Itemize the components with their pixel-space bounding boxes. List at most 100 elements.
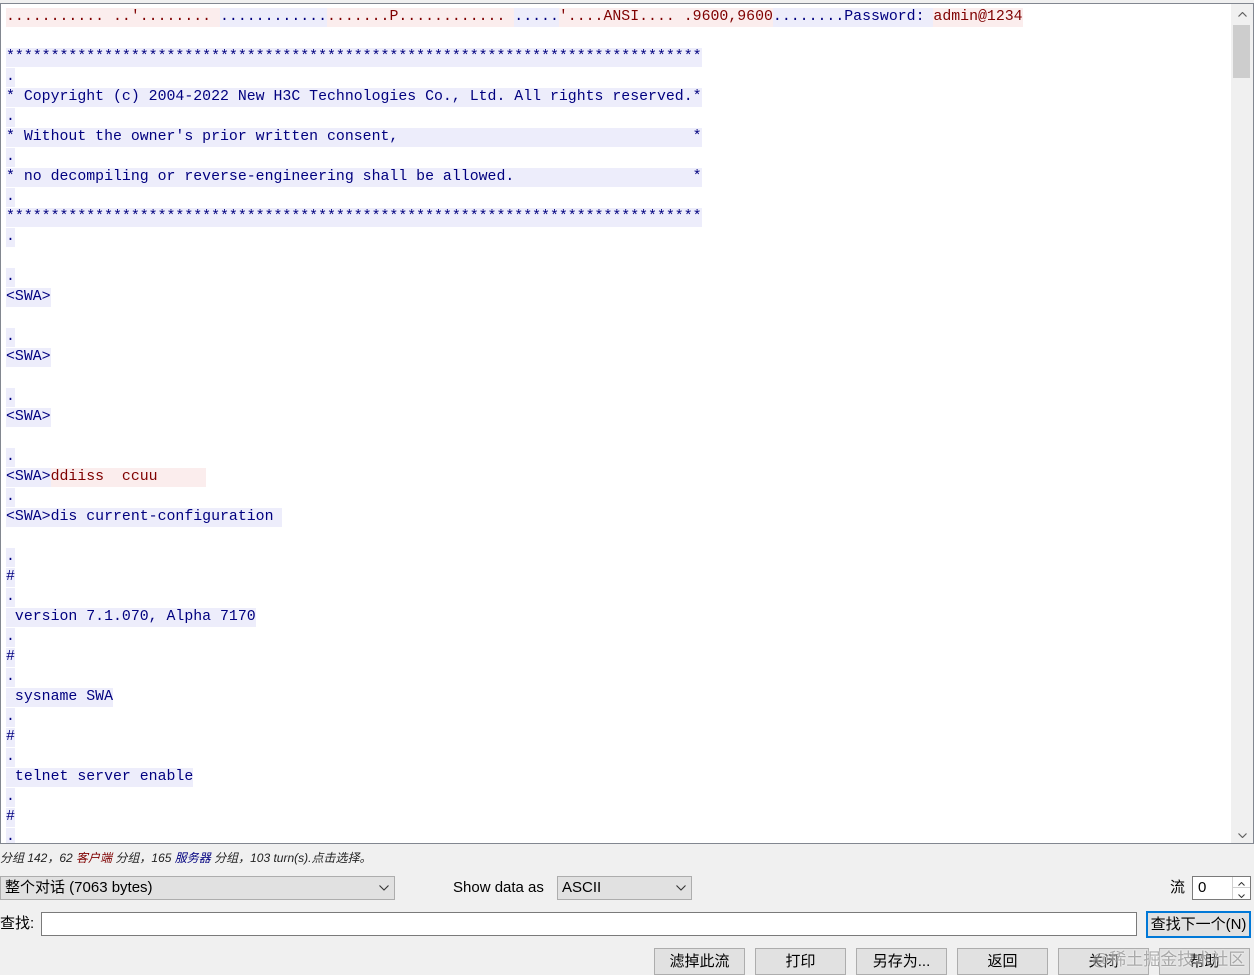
stream-line — [6, 368, 1229, 388]
server-text[interactable]: ****************************************… — [6, 208, 702, 227]
server-text[interactable]: . — [6, 628, 15, 647]
conversation-select-value: 整个对话 (7063 bytes) — [5, 879, 153, 896]
stream-content[interactable]: ........... ..'........ ................… — [6, 8, 1229, 843]
filter-out-stream-button[interactable]: 滤掉此流 — [654, 948, 745, 975]
server-text[interactable]: . — [6, 148, 15, 167]
back-button[interactable]: 返回 — [957, 948, 1048, 975]
conversation-select[interactable]: 整个对话 (7063 bytes) — [0, 876, 395, 900]
server-text[interactable]: . — [6, 488, 15, 507]
stream-line: * no decompiling or reverse-engineering … — [6, 168, 1229, 188]
server-text[interactable]: . — [6, 108, 15, 127]
server-text[interactable]: . — [6, 668, 15, 687]
save-as-button[interactable]: 另存为... — [856, 948, 947, 975]
print-button[interactable]: 打印 — [755, 948, 846, 975]
server-text[interactable]: . — [6, 328, 15, 347]
server-text[interactable]: . — [6, 708, 15, 727]
server-text[interactable]: . — [6, 388, 15, 407]
client-text[interactable]: .......P............ — [327, 8, 515, 27]
chevron-down-icon — [379, 877, 389, 899]
summary-text: 分组，103 turn(s).点击选择。 — [210, 851, 372, 865]
stream-line: <SWA>ddiiss ccuu — [6, 468, 1229, 488]
server-text[interactable]: <SWA>dis current-configuration — [6, 508, 283, 527]
server-text[interactable]: <SWA> — [6, 468, 51, 487]
server-text[interactable]: . — [6, 448, 15, 467]
server-text[interactable]: <SWA> — [6, 288, 51, 307]
stream-line: * Without the owner's prior written cons… — [6, 128, 1229, 148]
server-text[interactable]: . — [6, 548, 15, 567]
server-text[interactable]: <SWA> — [6, 348, 51, 367]
server-text[interactable]: * no decompiling or reverse-engineering … — [6, 168, 702, 187]
vertical-scrollbar[interactable] — [1231, 4, 1253, 843]
stream-line: # — [6, 568, 1229, 588]
server-text[interactable]: # — [6, 568, 15, 587]
scroll-down-button[interactable] — [1231, 825, 1253, 843]
server-text[interactable]: . — [6, 748, 15, 767]
server-text[interactable]: . — [6, 228, 15, 247]
stream-index-spinbox[interactable]: 0 — [1192, 876, 1251, 900]
summary-text: 分组，165 — [112, 851, 175, 865]
stream-line: . — [6, 788, 1229, 808]
stream-line: ****************************************… — [6, 48, 1229, 68]
client-text[interactable]: ........... ..'........ — [6, 8, 221, 27]
server-text[interactable]: # — [6, 728, 15, 747]
scroll-up-button[interactable] — [1231, 4, 1253, 22]
help-button[interactable]: 帮助 — [1159, 948, 1250, 975]
server-text[interactable]: * Without the owner's prior written cons… — [6, 128, 702, 147]
server-text[interactable]: ****************************************… — [6, 48, 702, 67]
client-text[interactable]: ddiiss ccuu — [50, 468, 206, 487]
server-text[interactable]: . — [6, 828, 15, 843]
follow-stream-text-panel[interactable]: ........... ..'........ ................… — [0, 3, 1254, 844]
server-text[interactable]: <SWA> — [6, 408, 51, 427]
stream-line: . — [6, 188, 1229, 208]
stream-line: . — [6, 548, 1229, 568]
server-text[interactable]: ........Password: — [772, 8, 934, 27]
stream-line: ****************************************… — [6, 208, 1229, 228]
server-text[interactable]: ............ — [220, 8, 328, 27]
server-text[interactable]: # — [6, 808, 15, 827]
spin-down-button[interactable] — [1233, 888, 1250, 899]
server-text[interactable]: sysname SWA — [6, 688, 114, 707]
server-text[interactable]: # — [6, 648, 15, 667]
stream-index-value: 0 — [1198, 879, 1207, 896]
stream-line — [6, 28, 1229, 48]
stream-line — [6, 428, 1229, 448]
stream-line: <SWA>dis current-configuration — [6, 508, 1229, 528]
stream-line: . — [6, 828, 1229, 843]
stream-line: telnet server enable — [6, 768, 1229, 788]
close-button[interactable]: 关闭 — [1058, 948, 1149, 975]
client-text[interactable]: admin@1234 — [933, 8, 1023, 27]
client-text[interactable]: '....ANSI.... .9600,9600 — [558, 8, 773, 27]
stream-line — [6, 308, 1229, 328]
server-text[interactable]: . — [6, 188, 15, 207]
stream-line: . — [6, 108, 1229, 128]
stream-line: <SWA> — [6, 348, 1229, 368]
server-text[interactable]: . — [6, 268, 15, 287]
find-label: 查找: — [0, 915, 35, 932]
summary-text: 分组 142，62 — [0, 851, 77, 865]
stream-line: . — [6, 68, 1229, 88]
server-text[interactable]: telnet server enable — [6, 768, 194, 787]
stream-line: . — [6, 488, 1229, 508]
chevron-down-icon — [1237, 825, 1247, 843]
stream-summary: 分组 142，62 客户端 分组，165 服务器 分组，103 turn(s).… — [0, 850, 371, 866]
scrollbar-thumb[interactable] — [1233, 25, 1250, 78]
stream-line: . — [6, 388, 1229, 408]
server-text[interactable]: version 7.1.070, Alpha 7170 — [6, 608, 256, 627]
stream-line: <SWA> — [6, 288, 1229, 308]
chevron-down-icon — [1238, 883, 1245, 905]
server-text[interactable]: . — [6, 588, 15, 607]
find-next-button[interactable]: 查找下一个(N) — [1146, 911, 1251, 938]
stream-line: # — [6, 728, 1229, 748]
stream-line: # — [6, 648, 1229, 668]
show-data-as-select[interactable]: ASCII — [557, 876, 692, 900]
stream-line: . — [6, 228, 1229, 248]
stream-line: ........... ..'........ ................… — [6, 8, 1229, 28]
server-text[interactable]: . — [6, 68, 15, 87]
find-input[interactable] — [41, 912, 1137, 936]
server-text[interactable]: * Copyright (c) 2004-2022 New H3C Techno… — [6, 88, 702, 107]
stream-line: version 7.1.070, Alpha 7170 — [6, 608, 1229, 628]
stream-line: . — [6, 628, 1229, 648]
stream-line: . — [6, 268, 1229, 288]
server-text[interactable]: . — [6, 788, 15, 807]
server-text[interactable]: ..... — [514, 8, 559, 27]
